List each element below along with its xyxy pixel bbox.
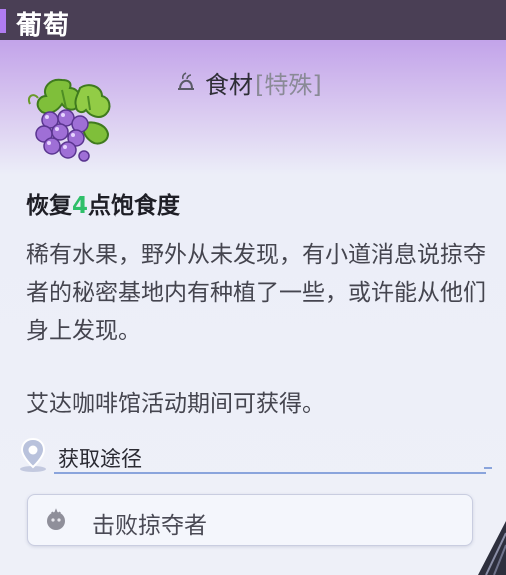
ingredient-icon <box>175 71 197 93</box>
item-category: 食材 [特殊] <box>175 66 322 99</box>
obtain-note: 艾达咖啡馆活动期间可获得。 <box>26 391 325 417</box>
source-item-label: 击败掠夺者 <box>92 513 207 539</box>
effect-prefix: 恢复 <box>26 193 72 219</box>
category-name: 食材 <box>205 70 253 99</box>
item-description: 稀有水果，野外从未发现，有小道消息说掠夺者的秘密基地内有种植了一些，或许能从他们… <box>26 242 486 344</box>
grape-icon <box>22 74 118 166</box>
effect-text: 恢复4点饱食度 <box>26 186 180 220</box>
item-title: 葡萄 <box>16 11 71 41</box>
source-divider-end <box>484 467 492 469</box>
effect-value: 4 <box>72 193 89 219</box>
source-header: 获取途径 <box>16 437 492 475</box>
title-accent-bar <box>0 9 6 33</box>
source-header-label: 获取途径 <box>58 447 142 471</box>
source-divider <box>54 472 486 474</box>
title-bar: 葡萄 <box>0 0 506 41</box>
source-item-defeat-raiders[interactable]: 击败掠夺者 <box>27 494 473 546</box>
location-pin-icon <box>18 437 48 473</box>
effect-suffix: 点饱食度 <box>88 193 181 219</box>
enemy-icon <box>44 508 68 532</box>
corner-decoration <box>476 515 506 575</box>
item-detail-panel: 葡萄 食材 [特殊] 恢复4点饱食度 稀有水果，野外从未发现，有小道消息说掠夺者… <box>0 0 506 575</box>
category-tag: [特殊] <box>255 70 322 99</box>
